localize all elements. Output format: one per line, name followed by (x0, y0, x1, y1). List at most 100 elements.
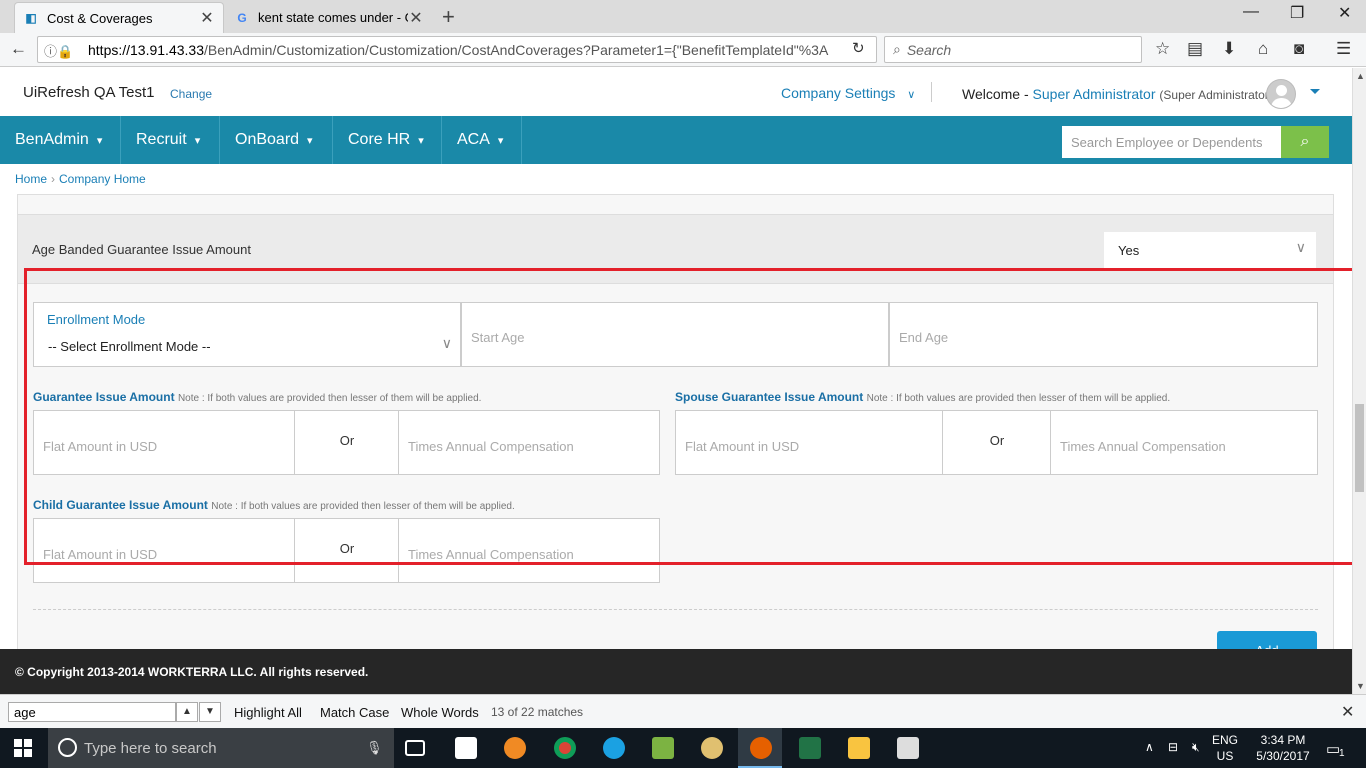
reload-icon[interactable]: ↻ (852, 39, 865, 57)
clock-time: 3:34 PM (1260, 733, 1306, 747)
child-flat-amount-input[interactable]: Flat Amount in USD (33, 518, 295, 583)
site-info-icon[interactable]: ⓘ🔒 (44, 41, 73, 60)
new-tab-icon[interactable]: + (442, 4, 455, 30)
menu-onboard[interactable]: OnBoard ▾ (220, 116, 333, 164)
avatar[interactable] (1266, 79, 1296, 109)
chrome-icon[interactable] (554, 737, 576, 759)
menu-aca[interactable]: ACA ▾ (442, 116, 522, 164)
reading-list-icon[interactable]: ▤ (1187, 39, 1203, 59)
employee-search-button[interactable]: ⌕ (1281, 126, 1329, 158)
window-close-icon[interactable]: ✕ (1338, 3, 1351, 23)
breadcrumb-separator: › (51, 172, 56, 186)
task-view-icon[interactable] (405, 740, 425, 756)
maximize-icon[interactable]: ❐ (1290, 3, 1304, 23)
spouse-guarantee-label: Spouse Guarantee Issue Amount (675, 390, 864, 404)
guarantee-flat-amount-input[interactable]: Flat Amount in USD (33, 410, 295, 475)
tab-title: kent state comes under - Go (258, 10, 408, 25)
home-icon[interactable]: ⌂ (1258, 39, 1268, 59)
whole-words-option[interactable]: Whole Words (401, 705, 479, 720)
browser-search-input[interactable]: ⌕ Search (884, 36, 1142, 63)
flat-amount-placeholder: Flat Amount in USD (43, 547, 158, 562)
windows-taskbar: Type here to search 🎙 ∧ ⊟ 🔇︎ ENG US 3:34… (0, 728, 1366, 768)
app-header: UiRefresh QA Test1 Change Company Settin… (0, 68, 1352, 116)
change-company-link[interactable]: Change (170, 87, 212, 101)
match-case-option[interactable]: Match Case (320, 705, 389, 720)
language-indicator[interactable]: ENG US (1212, 732, 1238, 764)
taskbar-search-placeholder: Type here to search (84, 739, 217, 757)
company-settings-dropdown[interactable]: Company Settings ∨ (781, 85, 915, 101)
enrollment-mode-label: Enrollment Mode (47, 312, 146, 327)
system-clock[interactable]: 3:34 PM 5/30/2017 (1252, 732, 1314, 764)
excel-icon[interactable] (799, 737, 821, 759)
url-bar[interactable]: ⓘ🔒 https://13.91.43.33/BenAdmin/Customiz… (37, 36, 877, 63)
browser-tab-cost-coverages[interactable]: ◧ Cost & Coverages ✕ (14, 2, 224, 33)
breadcrumb-company-home[interactable]: Company Home (59, 172, 146, 186)
highlight-all-option[interactable]: Highlight All (234, 705, 302, 720)
header-divider (931, 82, 932, 102)
find-input[interactable]: age (8, 702, 176, 722)
menu-label: ACA (457, 131, 490, 148)
windows-start-icon[interactable] (14, 739, 32, 757)
menu-label: BenAdmin (15, 131, 89, 148)
search-placeholder: Search (906, 41, 952, 58)
user-menu-caret-icon[interactable] (1310, 89, 1320, 94)
browser-tab-google[interactable]: G kent state comes under - Go ✕ (226, 2, 432, 33)
menu-recruit[interactable]: Recruit ▾ (121, 116, 220, 164)
close-find-icon[interactable]: ✕ (1341, 702, 1354, 722)
firefox-dev-icon[interactable] (504, 737, 526, 759)
spouse-times-compensation-input[interactable]: Times Annual Compensation (1050, 410, 1318, 475)
close-tab-icon[interactable]: ✕ (199, 8, 215, 28)
times-compensation-placeholder: Times Annual Compensation (408, 547, 574, 562)
region-code: US (1216, 749, 1234, 763)
user-name[interactable]: Super Administrator (1033, 86, 1156, 102)
menu-benadmin[interactable]: BenAdmin ▾ (0, 116, 121, 164)
menu-core-hr[interactable]: Core HR ▾ (333, 116, 442, 164)
language-code: ENG (1212, 733, 1239, 747)
times-compensation-placeholder: Times Annual Compensation (408, 439, 574, 454)
firefox-icon[interactable] (750, 737, 772, 759)
spreadsheet-app-icon[interactable] (652, 737, 674, 759)
network-icon[interactable]: ⊟ (1168, 740, 1178, 754)
file-explorer-icon[interactable] (848, 737, 870, 759)
taskbar-search-input[interactable]: Type here to search 🎙 (48, 728, 394, 768)
bookmark-star-icon[interactable]: ☆ (1155, 39, 1170, 59)
back-arrow-icon[interactable]: ← (10, 39, 27, 59)
guarantee-times-compensation-input[interactable]: Times Annual Compensation (398, 410, 660, 475)
start-age-placeholder: Start Age (471, 330, 525, 345)
age-banded-select[interactable]: Yes ∨ (1104, 232, 1316, 268)
show-hidden-icons-icon[interactable]: ∧ (1145, 740, 1154, 754)
spouse-guarantee-group: Flat Amount in USD Or Times Annual Compe… (675, 410, 1318, 475)
spouse-flat-amount-input[interactable]: Flat Amount in USD (675, 410, 943, 475)
scrollbar-thumb[interactable] (1355, 404, 1364, 492)
find-next-icon[interactable]: ▼ (199, 702, 221, 722)
hamburger-menu-icon[interactable]: ☰ (1336, 39, 1351, 59)
scroll-up-icon[interactable]: ▲ (1356, 71, 1365, 81)
enrollment-mode-select[interactable]: Enrollment Mode -- Select Enrollment Mod… (33, 302, 461, 367)
end-age-input[interactable]: End Age (889, 302, 1318, 367)
download-icon[interactable]: ⬇ (1222, 39, 1236, 59)
search-icon: ⌕ (1300, 133, 1310, 150)
clock-date: 5/30/2017 (1256, 749, 1310, 763)
page-scrollbar[interactable]: ▲ ▼ (1352, 68, 1366, 694)
or-label: Or (943, 410, 1051, 475)
cortana-icon (58, 738, 77, 757)
start-age-input[interactable]: Start Age (461, 302, 889, 367)
pocket-icon[interactable]: ◙ (1294, 39, 1304, 59)
breadcrumb-home[interactable]: Home (15, 172, 47, 186)
paint-app-icon[interactable] (701, 737, 723, 759)
find-previous-icon[interactable]: ▲ (176, 702, 198, 722)
store-icon[interactable] (455, 737, 477, 759)
employee-search-input[interactable]: Search Employee or Dependents (1062, 126, 1281, 158)
internet-explorer-icon[interactable] (603, 737, 625, 759)
photos-icon[interactable] (897, 737, 919, 759)
volume-muted-icon[interactable]: 🔇︎ (1192, 740, 1200, 755)
spouse-guarantee-title: Spouse Guarantee Issue Amount Note : If … (675, 390, 1170, 404)
scroll-down-icon[interactable]: ▼ (1356, 681, 1365, 691)
guarantee-issue-group: Flat Amount in USD Or Times Annual Compe… (33, 410, 660, 475)
spouse-guarantee-note: Note : If both values are provided then … (866, 393, 1171, 404)
minimize-icon[interactable]: — (1243, 3, 1259, 21)
microphone-icon[interactable]: 🎙 (366, 740, 383, 756)
close-tab-icon[interactable]: ✕ (408, 8, 424, 28)
menu-label: Core HR (348, 131, 411, 148)
child-times-compensation-input[interactable]: Times Annual Compensation (398, 518, 660, 583)
